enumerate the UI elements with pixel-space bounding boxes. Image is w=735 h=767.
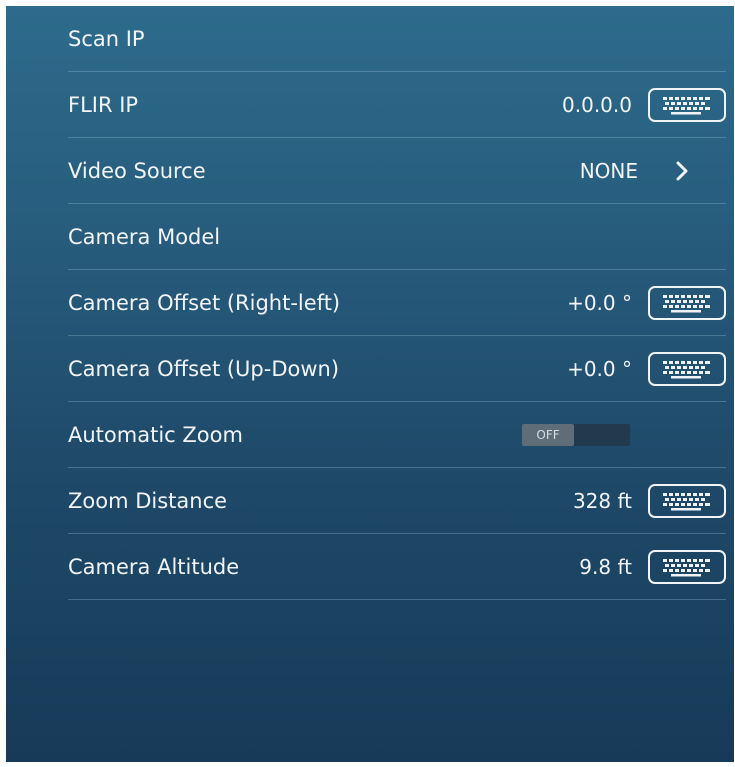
- automatic-zoom-label: Automatic Zoom: [68, 423, 243, 447]
- keyboard-icon: [663, 559, 710, 577]
- flir-ip-value: 0.0.0.0: [562, 93, 632, 117]
- scan-ip-label: Scan IP: [68, 27, 145, 51]
- camera-altitude-label: Camera Altitude: [68, 555, 240, 579]
- camera-altitude-row: Camera Altitude 9.8 ft: [68, 534, 726, 600]
- chevron-right-icon[interactable]: [668, 156, 698, 186]
- camera-offset-up-down-keyboard-button[interactable]: [648, 352, 726, 386]
- zoom-distance-value: 328 ft: [572, 489, 632, 513]
- video-source-row[interactable]: Video Source NONE: [68, 138, 726, 204]
- scan-ip-row[interactable]: Scan IP: [68, 6, 726, 72]
- automatic-zoom-row: Automatic Zoom OFF: [68, 402, 726, 468]
- camera-offset-up-down-value: +0.0 °: [567, 357, 632, 381]
- keyboard-icon: [663, 361, 710, 379]
- zoom-distance-label: Zoom Distance: [68, 489, 228, 513]
- video-source-label: Video Source: [68, 159, 206, 183]
- camera-offset-right-left-keyboard-button[interactable]: [648, 286, 726, 320]
- zoom-distance-keyboard-button[interactable]: [648, 484, 726, 518]
- camera-altitude-keyboard-button[interactable]: [648, 550, 726, 584]
- flir-ip-label: FLIR IP: [68, 93, 139, 117]
- flir-ip-row: FLIR IP 0.0.0.0: [68, 72, 726, 138]
- keyboard-icon: [663, 493, 710, 511]
- camera-offset-up-down-row: Camera Offset (Up-Down) +0.0 °: [68, 336, 726, 402]
- camera-offset-right-left-label: Camera Offset (Right-left): [68, 291, 341, 315]
- camera-offset-up-down-label: Camera Offset (Up-Down): [68, 357, 340, 381]
- settings-panel: Scan IP FLIR IP 0.0.0.0 Video Source NON…: [6, 6, 734, 762]
- keyboard-icon: [663, 97, 710, 115]
- camera-altitude-value: 9.8 ft: [579, 555, 632, 579]
- flir-ip-keyboard-button[interactable]: [648, 88, 726, 122]
- toggle-state-label: OFF: [522, 424, 574, 446]
- camera-offset-right-left-row: Camera Offset (Right-left) +0.0 °: [68, 270, 726, 336]
- keyboard-icon: [663, 295, 710, 313]
- zoom-distance-row: Zoom Distance 328 ft: [68, 468, 726, 534]
- camera-offset-right-left-value: +0.0 °: [567, 291, 632, 315]
- camera-model-row[interactable]: Camera Model: [68, 204, 726, 270]
- camera-model-label: Camera Model: [68, 225, 221, 249]
- automatic-zoom-toggle[interactable]: OFF: [522, 424, 630, 446]
- video-source-value: NONE: [579, 159, 638, 183]
